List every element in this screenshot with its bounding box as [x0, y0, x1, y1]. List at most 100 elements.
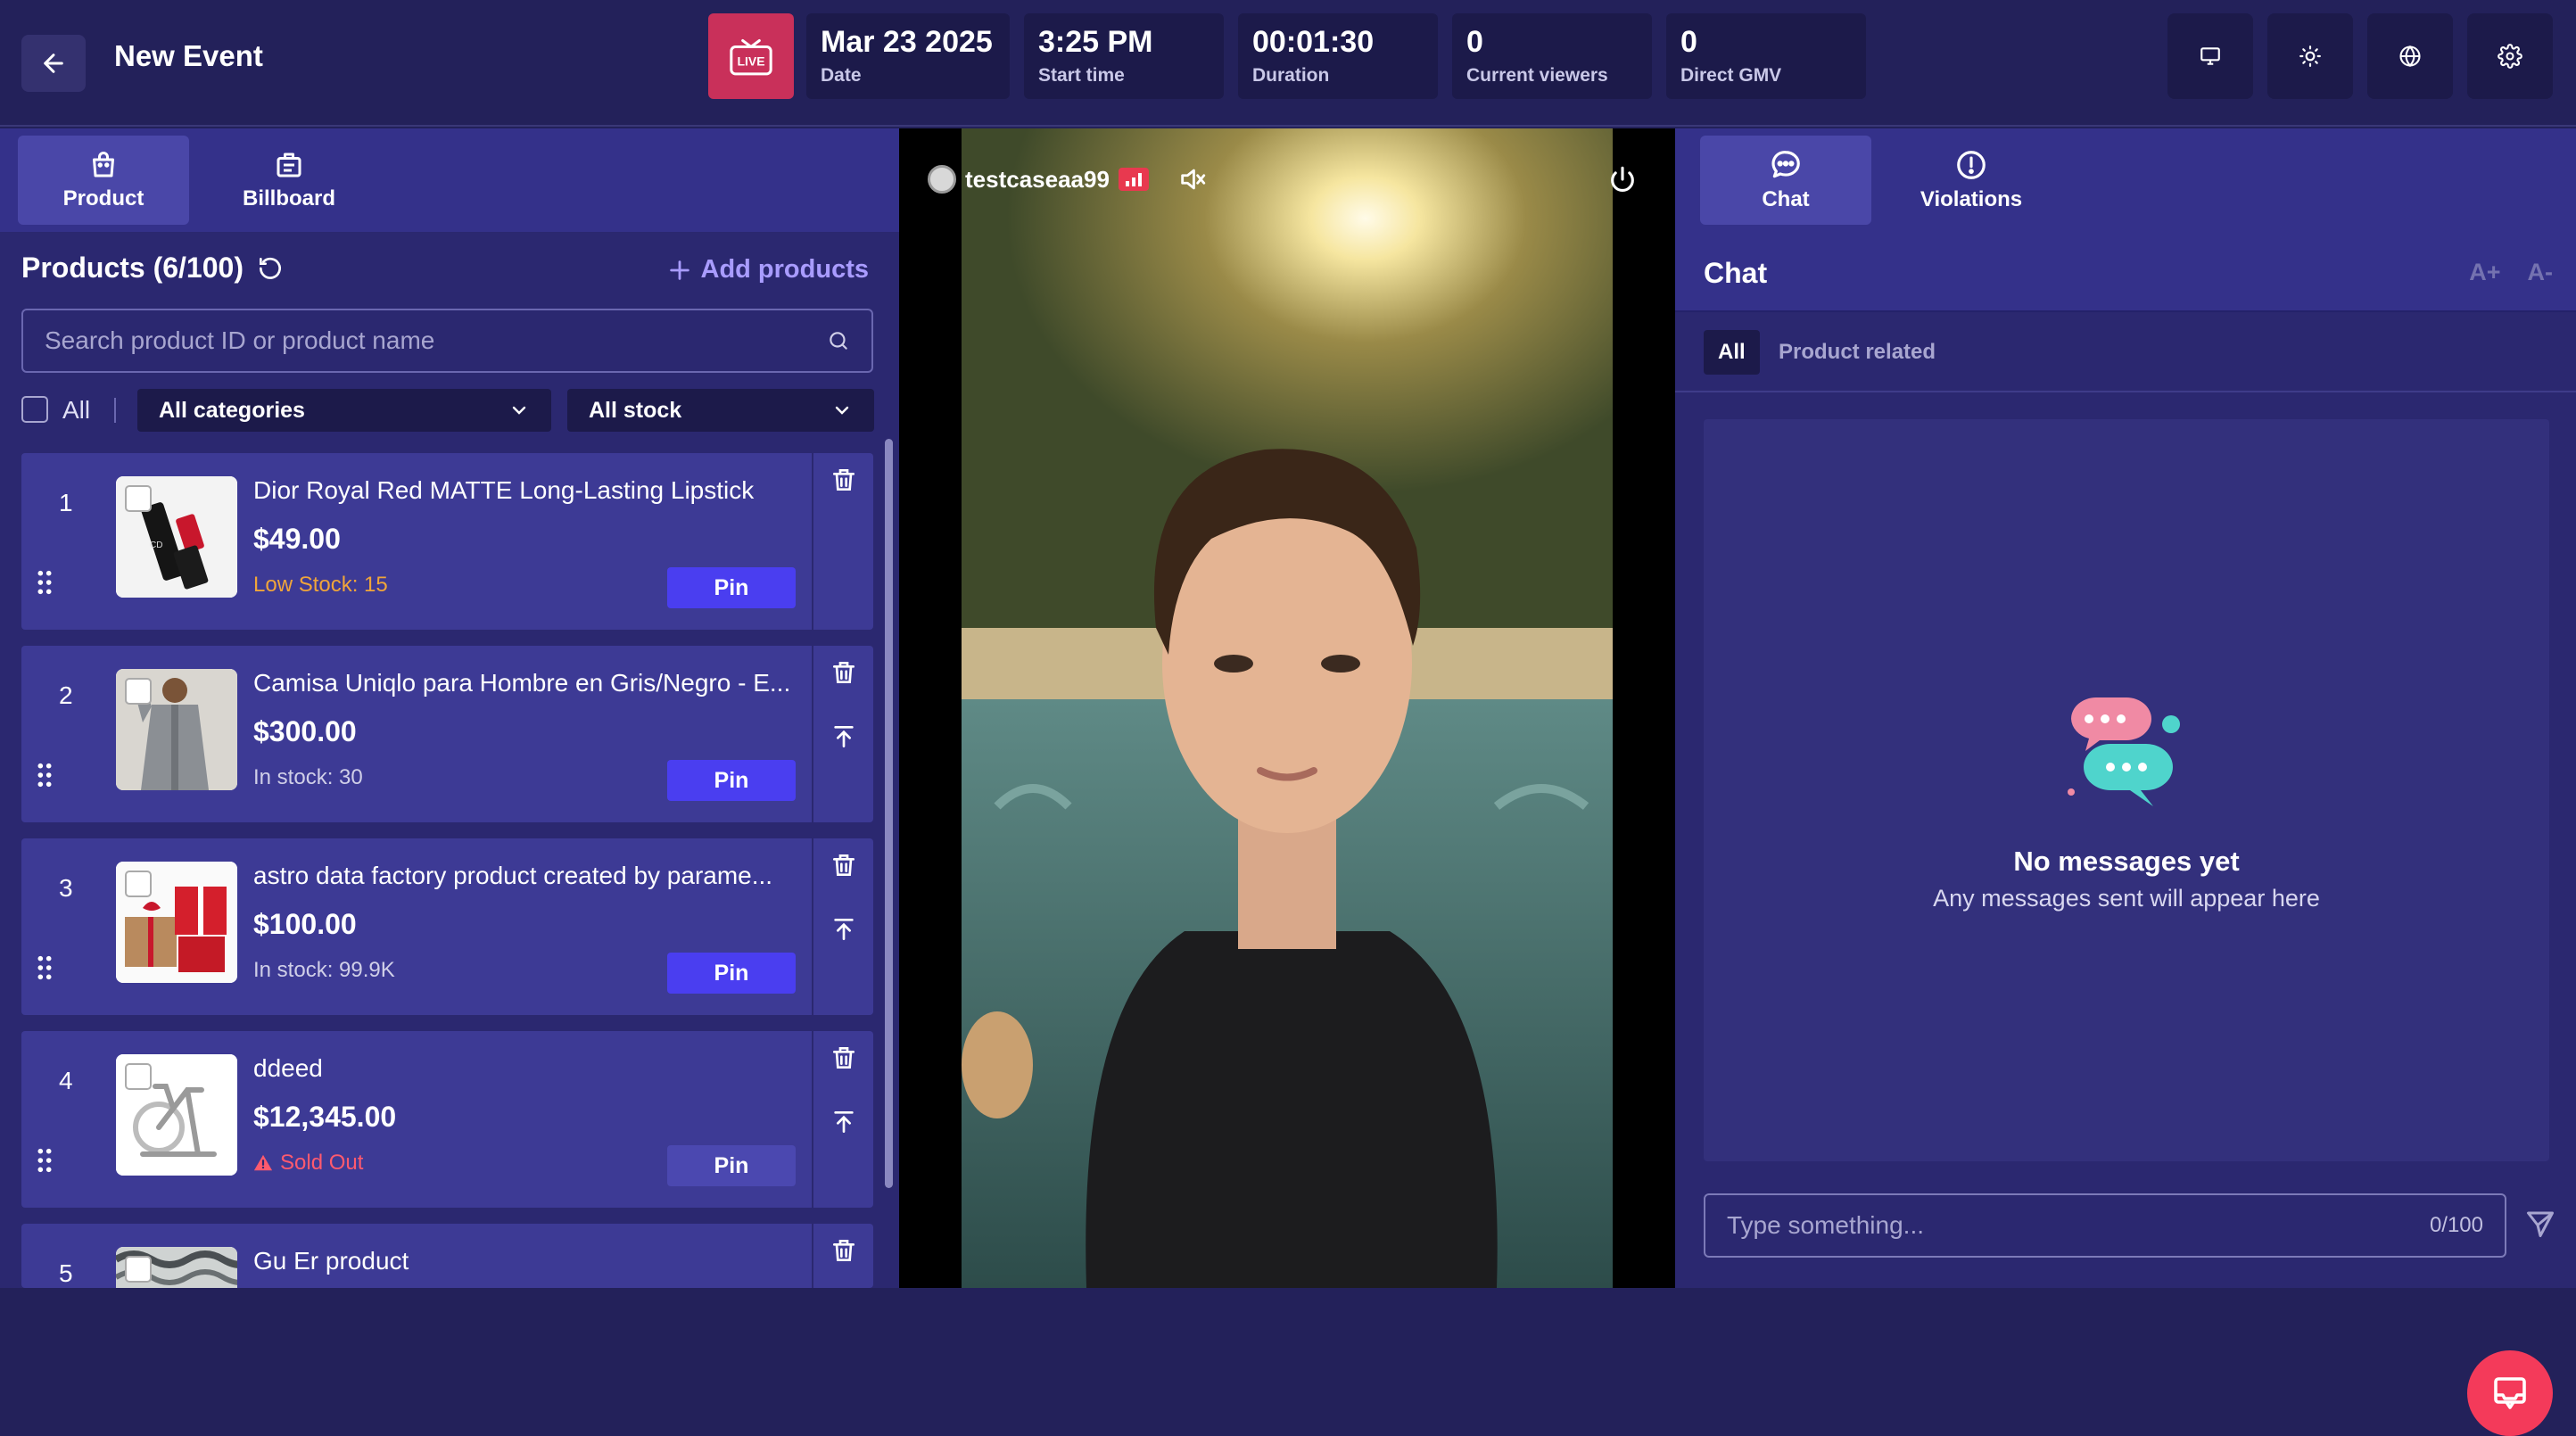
- add-products-button[interactable]: Add products: [667, 255, 869, 285]
- brightness-icon: [2299, 45, 2321, 67]
- empty-state-subtitle: Any messages sent will appear here: [1933, 885, 2320, 912]
- top-bar: New Event LIVE Mar 23 2025 Date 3:25 PM …: [0, 0, 2576, 127]
- card-divider: [812, 1224, 813, 1288]
- tab-label: Billboard: [242, 186, 335, 210]
- stock-select-value: All stock: [589, 397, 682, 423]
- product-search-input[interactable]: [45, 326, 827, 355]
- move-to-top-icon[interactable]: [830, 915, 858, 944]
- chat-header: Chat A+ A-: [1675, 232, 2576, 312]
- product-checkbox[interactable]: [125, 678, 152, 705]
- trash-icon[interactable]: [830, 1236, 858, 1265]
- chevron-down-icon: [512, 406, 526, 415]
- tab-label: Product: [62, 186, 144, 210]
- signal-strength-icon: [1118, 168, 1149, 191]
- video-frame: [962, 128, 1613, 1288]
- product-image-pattern: [116, 1247, 237, 1288]
- stat-date: Mar 23 2025 Date: [806, 13, 1010, 99]
- products-header: Products (6/100): [21, 252, 285, 285]
- trash-icon[interactable]: [830, 1044, 858, 1072]
- language-button[interactable]: [2367, 13, 2453, 99]
- chat-action-button[interactable]: [2467, 1350, 2553, 1436]
- settings-button[interactable]: [2467, 13, 2553, 99]
- tab-violations[interactable]: Violations: [1886, 136, 2057, 225]
- drag-handle-icon[interactable]: [36, 1147, 54, 1174]
- product-price: $49.00: [253, 523, 341, 555]
- card-divider: [812, 838, 813, 1015]
- product-filters: All All categories All stock: [21, 389, 874, 433]
- pin-button[interactable]: Pin: [667, 1145, 796, 1186]
- stat-value: 0: [1466, 25, 1483, 59]
- search-icon[interactable]: [827, 329, 850, 352]
- shopping-bag-icon: [93, 152, 114, 177]
- product-price: $300.00: [253, 715, 357, 747]
- trash-icon[interactable]: [830, 466, 858, 494]
- move-to-top-icon[interactable]: [830, 1108, 858, 1136]
- product-index: 5: [59, 1259, 73, 1287]
- trash-icon[interactable]: [830, 851, 858, 879]
- drag-handle-icon[interactable]: [36, 762, 54, 788]
- product-image-shirt: [116, 669, 237, 790]
- product-checkbox[interactable]: [125, 1063, 152, 1090]
- pin-button[interactable]: Pin: [667, 567, 796, 608]
- card-divider: [812, 453, 813, 630]
- products-title: Products (6/100): [21, 252, 244, 284]
- left-tab-bar: Product Billboard: [0, 128, 899, 232]
- product-image-bike: [116, 1054, 237, 1176]
- stat-value: 00:01:30: [1252, 25, 1375, 59]
- product-checkbox[interactable]: [125, 1256, 152, 1283]
- arrow-left-icon: [44, 54, 63, 73]
- char-counter: 0/100: [2429, 1213, 2483, 1237]
- chat-filter-product-related[interactable]: Product related: [1764, 330, 1950, 375]
- chat-bubbles-illustration-icon: [2068, 697, 2180, 806]
- mute-icon[interactable]: [1177, 164, 1208, 194]
- product-card[interactable]: 4 ddeed $12,345.00 Sold Out Pin: [21, 1031, 873, 1208]
- move-to-top-icon[interactable]: [830, 722, 858, 751]
- product-stock: In stock: 30: [253, 765, 363, 789]
- chat-bubble-icon: [1771, 151, 1800, 178]
- product-index: 2: [59, 681, 73, 709]
- font-decrease-button[interactable]: A-: [2528, 259, 2554, 286]
- pin-button[interactable]: Pin: [667, 760, 796, 801]
- tab-label: Violations: [1920, 187, 2023, 211]
- refresh-icon[interactable]: [256, 254, 285, 283]
- font-increase-button[interactable]: A+: [2469, 259, 2500, 286]
- drag-handle-icon[interactable]: [36, 569, 54, 596]
- empty-state-title: No messages yet: [2013, 846, 2240, 877]
- billboard-icon: [277, 153, 301, 177]
- back-button[interactable]: [21, 35, 86, 92]
- chat-filters: All Product related: [1675, 314, 2576, 392]
- power-icon[interactable]: [1607, 164, 1638, 194]
- product-card[interactable]: 2 Camisa Uniqlo para Hombre en Gris/Negr…: [21, 646, 873, 822]
- drag-handle-icon[interactable]: [36, 954, 54, 981]
- stat-start-time: 3:25 PM Start time: [1024, 13, 1224, 99]
- pin-button[interactable]: Pin: [667, 953, 796, 994]
- product-stock: In stock: 99.9K: [253, 958, 395, 982]
- product-card[interactable]: 1 CD Dior Royal Red MATTE Long-Lasting L…: [21, 453, 873, 630]
- tab-product[interactable]: Product: [18, 136, 189, 225]
- product-panel: Product Billboard Products (6/100) Add p…: [0, 128, 899, 1288]
- product-checkbox[interactable]: [125, 871, 152, 897]
- product-card[interactable]: 5 Gu Er product: [21, 1224, 873, 1288]
- trash-icon[interactable]: [830, 658, 858, 687]
- tab-chat[interactable]: Chat: [1700, 136, 1871, 225]
- stat-duration: 00:01:30 Duration: [1238, 13, 1438, 99]
- chat-title: Chat: [1704, 257, 1768, 289]
- card-divider: [812, 1031, 813, 1208]
- brightness-button[interactable]: [2267, 13, 2353, 99]
- product-card[interactable]: 3 astro data factory product created by …: [21, 838, 873, 1015]
- product-search: [21, 309, 873, 373]
- product-list-scrollbar[interactable]: [885, 439, 893, 1188]
- stat-direct-gmv: 0 Direct GMV: [1666, 13, 1866, 99]
- send-icon[interactable]: [2524, 1208, 2556, 1240]
- monitor-button[interactable]: [2167, 13, 2253, 99]
- stat-label: Direct GMV: [1680, 65, 1782, 86]
- card-divider: [812, 646, 813, 822]
- chat-message-input[interactable]: [1727, 1211, 2430, 1240]
- tab-billboard[interactable]: Billboard: [203, 136, 375, 225]
- stock-select[interactable]: All stock: [567, 389, 874, 432]
- select-all-checkbox[interactable]: [21, 396, 48, 423]
- product-price: $100.00: [253, 908, 357, 940]
- category-select[interactable]: All categories: [137, 389, 551, 432]
- product-checkbox[interactable]: [125, 485, 152, 512]
- chat-filter-all[interactable]: All: [1704, 330, 1760, 375]
